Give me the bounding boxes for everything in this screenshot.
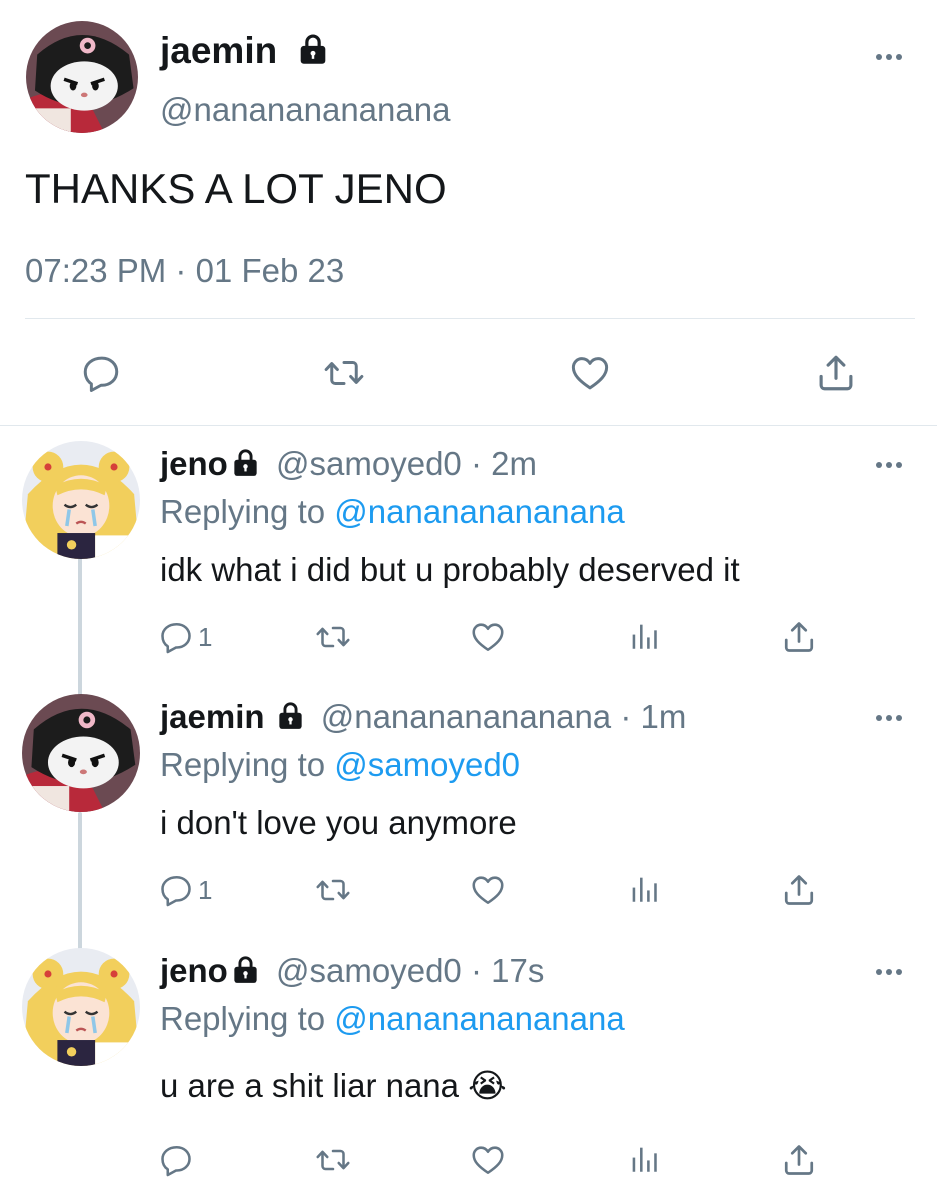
more-options-icon[interactable] bbox=[874, 967, 904, 977]
author-name-row: jaemin bbox=[160, 30, 328, 72]
share-button[interactable] bbox=[781, 872, 817, 908]
author-name[interactable]: jaemin bbox=[160, 30, 277, 71]
share-icon bbox=[781, 1142, 817, 1178]
share-button[interactable] bbox=[781, 1142, 817, 1178]
replying-to: Replying to @nanananananana bbox=[160, 493, 625, 531]
reply-button[interactable] bbox=[158, 1142, 198, 1178]
author-name[interactable]: jeno bbox=[160, 952, 228, 989]
share-button[interactable] bbox=[781, 619, 817, 655]
analytics-icon bbox=[627, 619, 661, 653]
reply-text: idk what i did but u probably deserved i… bbox=[160, 551, 740, 588]
like-icon bbox=[470, 619, 506, 655]
replying-to-handle[interactable]: @nanananananana bbox=[334, 1000, 624, 1037]
more-options-icon[interactable] bbox=[874, 713, 904, 723]
tweet-text: THANKS A LOT JENO bbox=[25, 165, 447, 212]
tweet-timestamp[interactable]: 07:23 PM · 01 Feb 23 bbox=[25, 252, 344, 290]
replying-to-label: Replying to bbox=[160, 493, 326, 530]
like-button[interactable] bbox=[470, 1142, 506, 1178]
analytics-icon bbox=[627, 1142, 661, 1176]
divider bbox=[25, 318, 915, 319]
reply-icon bbox=[80, 352, 122, 394]
reply-button[interactable]: 1 bbox=[158, 872, 212, 908]
reply-text: i don't love you anymore bbox=[160, 804, 517, 841]
lock-icon bbox=[232, 955, 259, 984]
share-icon bbox=[781, 619, 817, 655]
reply-time[interactable]: 1m bbox=[641, 698, 687, 735]
replying-to-label: Replying to bbox=[160, 746, 326, 783]
reply-icon bbox=[158, 872, 194, 908]
like-button[interactable] bbox=[569, 352, 611, 394]
author-handle[interactable]: @nanananananana bbox=[321, 698, 611, 735]
share-button[interactable] bbox=[815, 352, 857, 394]
avatar[interactable] bbox=[26, 21, 138, 133]
retweet-button[interactable] bbox=[315, 1142, 351, 1178]
share-icon bbox=[781, 872, 817, 908]
author-handle[interactable]: @nanananananana bbox=[160, 91, 450, 129]
like-button[interactable] bbox=[470, 619, 506, 655]
like-icon bbox=[569, 352, 611, 394]
retweet-button[interactable] bbox=[315, 619, 351, 655]
thread-connector bbox=[78, 558, 82, 700]
like-icon bbox=[470, 1142, 506, 1178]
analytics-button[interactable] bbox=[627, 619, 661, 653]
like-icon bbox=[470, 872, 506, 908]
author-name[interactable]: jeno bbox=[160, 445, 228, 482]
author-handle[interactable]: @samoyed0 bbox=[276, 952, 462, 989]
reply-icon bbox=[158, 619, 194, 655]
analytics-icon bbox=[627, 872, 661, 906]
replying-to-handle[interactable]: @samoyed0 bbox=[334, 746, 520, 783]
reply-count: 1 bbox=[198, 874, 213, 905]
lock-icon bbox=[298, 33, 328, 65]
like-button[interactable] bbox=[470, 872, 506, 908]
author-handle[interactable]: @samoyed0 bbox=[276, 445, 462, 482]
reply-count: 1 bbox=[198, 621, 213, 652]
divider bbox=[0, 425, 937, 426]
reply-button[interactable] bbox=[80, 352, 122, 394]
reply-header: jeno @samoyed0 · 2m bbox=[160, 445, 537, 483]
reply-time[interactable]: 2m bbox=[491, 445, 537, 482]
more-options-icon[interactable] bbox=[874, 460, 904, 470]
replying-to: Replying to @samoyed0 bbox=[160, 746, 520, 784]
lock-icon bbox=[232, 448, 259, 477]
reply-text: u are a shit liar nana 😭 bbox=[160, 1067, 507, 1104]
separator-dot: · bbox=[461, 445, 492, 482]
share-icon bbox=[815, 352, 857, 394]
retweet-button[interactable] bbox=[323, 352, 365, 394]
reply-button[interactable]: 1 bbox=[158, 619, 212, 655]
retweet-icon bbox=[323, 352, 365, 394]
reply-icon bbox=[158, 1142, 194, 1178]
separator-dot: · bbox=[611, 698, 641, 735]
avatar[interactable] bbox=[22, 948, 140, 1066]
avatar[interactable] bbox=[22, 441, 140, 559]
avatar[interactable] bbox=[22, 694, 140, 812]
reply-time[interactable]: 17s bbox=[491, 952, 544, 989]
more-options-icon[interactable] bbox=[874, 52, 904, 62]
retweet-icon bbox=[315, 1142, 351, 1178]
author-name[interactable]: jaemin bbox=[160, 698, 265, 735]
retweet-button[interactable] bbox=[315, 872, 351, 908]
retweet-icon bbox=[315, 872, 351, 908]
replying-to-label: Replying to bbox=[160, 1000, 326, 1037]
reply-header: jaemin @nanananananana · 1m bbox=[160, 698, 686, 736]
retweet-icon bbox=[315, 619, 351, 655]
replying-to-handle[interactable]: @nanananananana bbox=[334, 493, 624, 530]
analytics-button[interactable] bbox=[627, 1142, 661, 1176]
separator-dot: · bbox=[461, 952, 492, 989]
lock-icon bbox=[277, 701, 304, 730]
analytics-button[interactable] bbox=[627, 872, 661, 906]
thread-connector bbox=[78, 812, 82, 954]
replying-to: Replying to @nanananananana bbox=[160, 1000, 625, 1038]
reply-header: jeno @samoyed0 · 17s bbox=[160, 952, 544, 990]
